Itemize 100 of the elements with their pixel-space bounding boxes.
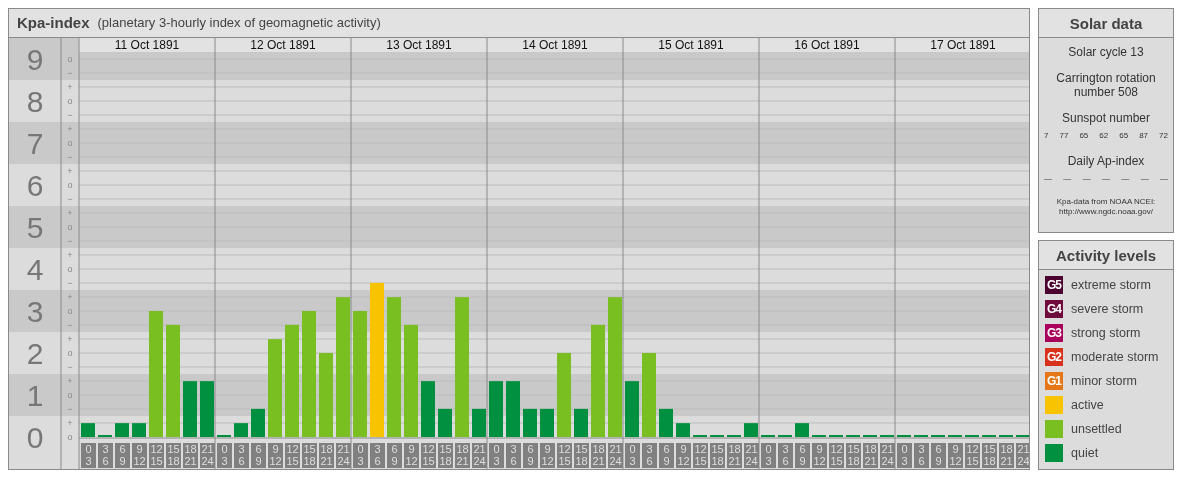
time-interval-label: 18 21 (591, 442, 606, 468)
y-axis-label: 8 (26, 84, 44, 118)
time-interval-label: 18 21 (727, 442, 742, 468)
time-interval-label: 3 6 (234, 442, 249, 468)
time-interval-label: 15 18 (438, 442, 453, 468)
sunspot-value: 65 (1119, 131, 1129, 140)
x-tick-label: 0 3 (221, 442, 228, 467)
time-interval-label: 3 6 (914, 442, 929, 468)
y-axis-sublabel: − (67, 319, 73, 330)
time-interval-label: 21 24 (336, 442, 351, 468)
time-interval-label: 6 9 (251, 442, 266, 468)
ap-value: — (1140, 174, 1149, 183)
ap-value: — (1082, 174, 1091, 183)
level-label: moderate storm (1071, 350, 1159, 364)
time-interval-label: 12 15 (149, 442, 164, 468)
y-axis-sublabel: + (67, 165, 73, 176)
day-label: 16 Oct 1891 (794, 37, 860, 52)
x-tick-label: 6 9 (663, 442, 670, 467)
y-axis-sublabel: − (67, 403, 73, 414)
time-interval-label: 3 6 (370, 442, 385, 468)
time-interval-label: 9 12 (132, 442, 147, 468)
level-badge: G1 (1045, 372, 1063, 390)
sunspot-heading: Sunspot number (1061, 111, 1151, 125)
time-interval-label: 0 3 (353, 442, 368, 468)
panel-title: Solar data (1039, 9, 1173, 38)
time-interval-label: 21 24 (744, 442, 759, 468)
time-interval-label: 18 21 (863, 442, 878, 468)
y-axis-label: 4 (26, 252, 44, 286)
day-label: 13 Oct 1891 (386, 37, 452, 52)
time-interval-label: 18 21 (183, 442, 198, 468)
x-tick-label: 3 6 (782, 442, 789, 467)
time-interval-label: 18 21 (319, 442, 334, 468)
ap-value: — (1159, 174, 1168, 183)
y-axis-sublabel: + (67, 291, 73, 302)
time-interval-label: 12 15 (557, 442, 572, 468)
time-interval-label: 6 9 (387, 442, 402, 468)
time-interval-label: 6 9 (931, 442, 946, 468)
level-label: minor storm (1071, 374, 1137, 388)
ap-value: — (1063, 174, 1072, 183)
y-axis-sublabel: + (67, 207, 73, 218)
y-axis-sublabel: − (67, 67, 73, 78)
source-note: Kpa-data from NOAA NCEI: http://www.ngdc.noaa.gov/ (1055, 197, 1157, 217)
x-tick-label: 3 6 (646, 442, 653, 467)
y-axis-sublabel: − (67, 277, 73, 288)
carrington-rotation: Carrington rotation number 508 (1055, 71, 1157, 99)
time-interval-label: 3 6 (98, 442, 113, 468)
x-tick-label: 3 6 (238, 442, 245, 467)
y-axis-sublabel: o (67, 431, 73, 442)
time-interval-label: 0 3 (489, 442, 504, 468)
time-interval-label: 9 12 (676, 442, 691, 468)
y-axis-label: 1 (26, 378, 44, 412)
solar-cycle: Solar cycle 13 (1068, 45, 1144, 59)
x-tick-label: 0 3 (901, 442, 908, 467)
day-label: 17 Oct 1891 (930, 37, 996, 52)
x-tick-label: 3 6 (102, 442, 109, 467)
x-tick-label: 6 9 (527, 442, 534, 467)
time-interval-label: 21 24 (608, 442, 623, 468)
sunspot-value: 65 (1079, 131, 1089, 140)
y-axis-sublabel: − (67, 361, 73, 372)
time-interval-label: 12 15 (421, 442, 436, 468)
ap-value: — (1102, 174, 1110, 183)
y-axis-sublabel: − (67, 193, 73, 204)
time-interval-label: 18 21 (999, 442, 1014, 468)
sunspot-value: 77 (1059, 131, 1069, 140)
x-tick-label: 6 9 (391, 442, 398, 467)
time-interval-label: 0 3 (761, 442, 776, 468)
x-tick-label: 6 9 (255, 442, 262, 467)
time-interval-label: 15 18 (574, 442, 589, 468)
y-axis-sublabel: + (67, 81, 73, 92)
level-label: strong storm (1071, 326, 1141, 340)
time-interval-label: 9 12 (268, 442, 283, 468)
level-label: unsettled (1071, 422, 1122, 436)
x-tick-label: 0 3 (765, 442, 772, 467)
x-tick-label: 0 3 (629, 442, 636, 467)
y-axis-sublabel: + (67, 417, 73, 428)
sunspot-value: 72 (1159, 131, 1168, 140)
time-interval-label: 15 18 (302, 442, 317, 468)
y-axis-label: 9 (26, 42, 44, 76)
time-interval-label: 12 15 (829, 442, 844, 468)
x-tick-label: 0 3 (357, 442, 364, 467)
time-interval-label: 21 24 (1016, 442, 1029, 468)
time-interval-label: 3 6 (642, 442, 657, 468)
time-interval-label: 21 24 (472, 442, 487, 468)
day-label: 11 Oct 1891 (114, 37, 180, 52)
time-interval-label: 9 12 (812, 442, 827, 468)
level-badge: G5 (1045, 276, 1063, 294)
y-axis-sublabel: + (67, 123, 73, 134)
ap-heading: Daily Ap-index (1067, 154, 1145, 168)
chart-subtitle: (planetary 3-hourly index of geomagnetic activity) (97, 15, 381, 31)
time-interval-label: 0 3 (897, 442, 912, 468)
chart-title: Kpa-index (17, 14, 90, 32)
sunspot-value: 87 (1139, 131, 1149, 140)
panel-title: Activity levels (1039, 241, 1173, 270)
x-tick-label: 3 6 (374, 442, 381, 467)
ap-value: — (1044, 174, 1052, 183)
day-label: 15 Oct 1891 (658, 37, 724, 52)
time-interval-label: 0 3 (217, 442, 232, 468)
time-interval-label: 21 24 (200, 442, 215, 468)
time-interval-label: 9 12 (540, 442, 555, 468)
time-interval-label: 15 18 (846, 442, 861, 468)
